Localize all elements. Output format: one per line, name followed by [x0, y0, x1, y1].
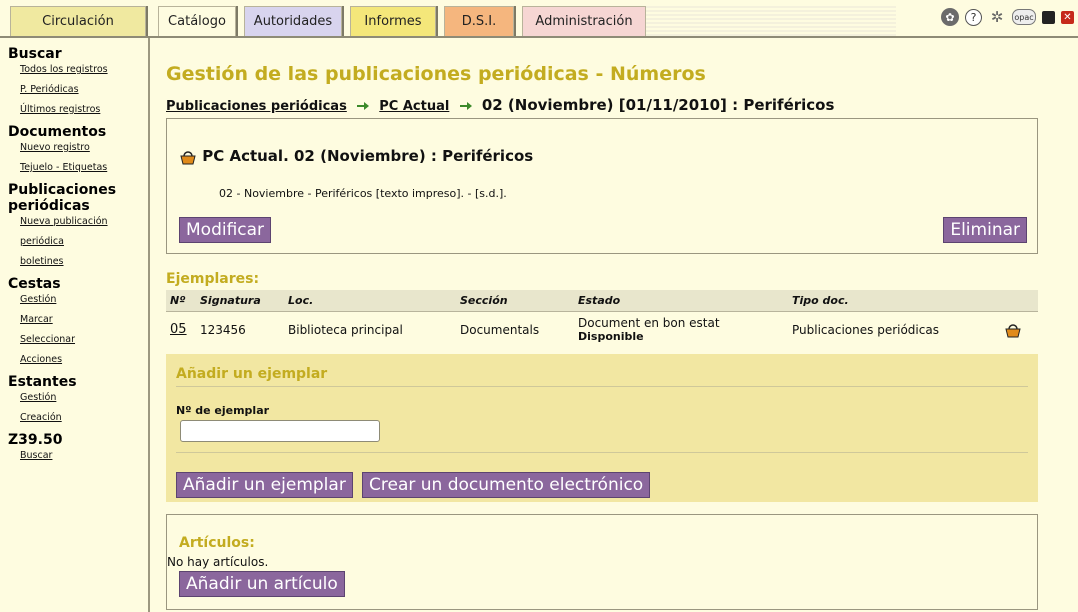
- add-copy-header: Añadir un ejemplar: [176, 366, 1028, 387]
- sidebar-section-documentos: Documentos: [8, 124, 107, 140]
- add-copy-section: Añadir un ejemplar Nº de ejemplar Añadir…: [166, 354, 1038, 502]
- basket-icon[interactable]: [179, 149, 197, 165]
- sidebar-content: Buscar Todos los registros P. Periódicas…: [0, 38, 148, 462]
- sidebar-link-boletines[interactable]: boletines: [20, 256, 148, 268]
- sidebar-section-cestas: Cestas: [8, 276, 61, 292]
- copy-number-label: Nº de ejemplar: [176, 404, 270, 417]
- column-header-tipo: Tipo doc.: [788, 290, 1000, 312]
- page-title: Gestión de las publicaciones periódicas …: [166, 63, 706, 85]
- sidebar-link-todos-registros[interactable]: Todos los registros: [20, 64, 148, 76]
- sidebar-section-estantes: Estantes: [8, 374, 77, 390]
- sidebar-link-creacion[interactable]: Creación: [20, 412, 148, 424]
- sidebar-link-nueva-publicacion[interactable]: Nueva publicación: [20, 216, 148, 228]
- ejemplares-title: Ejemplares:: [166, 271, 260, 287]
- add-article-button[interactable]: Añadir un artículo: [179, 571, 345, 597]
- toolbar-icons: ✿ ? ✲ opac ✕: [941, 8, 1074, 26]
- table-header-row: Nº Signatura Loc. Sección Estado Tipo do…: [166, 290, 1038, 312]
- sidebar-section-publicaciones: Publicaciones periódicas: [8, 182, 117, 214]
- divider: [176, 452, 1028, 453]
- settings-icon[interactable]: ✲: [988, 8, 1006, 26]
- sidebar-link-periodica[interactable]: periódica: [20, 236, 148, 248]
- sidebar-link-tejuelo[interactable]: Tejuelo - Etiquetas: [20, 162, 148, 174]
- issue-description: 02 - Noviembre - Periféricos [texto impr…: [219, 187, 507, 200]
- sidebar-link-estantes-gestion[interactable]: Gestión: [20, 392, 148, 404]
- cell-num[interactable]: 05: [166, 312, 196, 348]
- tab-bar-border: [0, 36, 1078, 38]
- tab-catalogo[interactable]: Catálogo: [158, 6, 236, 36]
- modify-button[interactable]: Modificar: [179, 217, 272, 243]
- column-header-loc: Loc.: [284, 290, 456, 312]
- tab-circulacion[interactable]: Circulación: [10, 6, 146, 36]
- estado-text: Document en bon estat: [578, 316, 720, 330]
- breadcrumb: Publicaciones periódicas PC Actual 02 (N…: [166, 96, 834, 114]
- breadcrumb-current: 02 (Noviembre) [01/11/2010] : Periférico…: [481, 96, 835, 114]
- tab-informes[interactable]: Informes: [350, 6, 436, 36]
- arrow-right-icon: [357, 101, 370, 110]
- cell-seccion: Documentals: [460, 322, 540, 337]
- delete-button[interactable]: Eliminar: [943, 217, 1027, 243]
- issue-heading-row: PC Actual. 02 (Noviembre) : Periféricos: [179, 147, 533, 165]
- basket-icon[interactable]: [1004, 322, 1022, 338]
- issue-panel: PC Actual. 02 (Noviembre) : Periféricos …: [166, 118, 1038, 254]
- divider: [176, 386, 1028, 387]
- breadcrumb-link-pc-actual[interactable]: PC Actual: [379, 99, 449, 114]
- cell-loc: Biblioteca principal: [288, 322, 403, 337]
- tab-autoridades[interactable]: Autoridades: [244, 6, 342, 36]
- add-copy-title: Añadir un ejemplar: [176, 366, 328, 382]
- close-icon[interactable]: ✕: [1061, 10, 1074, 24]
- sidebar-link-cestas-gestion[interactable]: Gestión: [20, 294, 148, 306]
- column-header-seccion: Sección: [456, 290, 574, 312]
- opac-icon[interactable]: opac: [1012, 9, 1036, 25]
- sidebar-link-acciones[interactable]: Acciones: [20, 354, 148, 366]
- help-icon[interactable]: ?: [965, 8, 982, 26]
- ejemplares-table: Nº Signatura Loc. Sección Estado Tipo do…: [166, 290, 1038, 347]
- sidebar-link-p-periodicas[interactable]: P. Periódicas: [20, 84, 148, 96]
- sidebar-link-ultimos-registros[interactable]: Últimos registros: [20, 104, 148, 116]
- sidebar: Buscar Todos los registros P. Periódicas…: [0, 38, 150, 612]
- save-icon[interactable]: [1042, 10, 1055, 24]
- breadcrumb-link-publicaciones[interactable]: Publicaciones periódicas: [166, 99, 347, 114]
- articles-panel: Artículos: No hay artículos. Añadir un a…: [166, 514, 1038, 610]
- palette-icon[interactable]: ✿: [941, 8, 959, 26]
- add-copy-button[interactable]: Añadir un ejemplar: [176, 472, 353, 498]
- sidebar-section-z3950: Z39.50: [8, 432, 63, 448]
- create-electronic-document-button[interactable]: Crear un documento electrónico: [362, 472, 651, 498]
- sidebar-link-seleccionar[interactable]: Seleccionar: [20, 334, 148, 346]
- arrow-right-icon: [459, 101, 472, 110]
- tab-dsi[interactable]: D.S.I.: [444, 6, 514, 36]
- sidebar-link-marcar[interactable]: Marcar: [20, 314, 148, 326]
- copy-number-link[interactable]: 05: [170, 322, 187, 337]
- copy-number-input[interactable]: [180, 420, 380, 442]
- cell-signatura: 123456: [200, 322, 246, 337]
- column-header-estado: Estado: [574, 290, 788, 312]
- column-header-num: Nº: [166, 290, 196, 312]
- top-navigation: Circulación Catálogo Autoridades Informe…: [0, 0, 1078, 38]
- column-header-actions: [1000, 290, 1038, 312]
- issue-heading: PC Actual. 02 (Noviembre) : Periféricos: [202, 147, 534, 165]
- cell-tipo: Publicaciones periódicas: [792, 322, 939, 337]
- table-row: 05 123456 Biblioteca principal Documenta…: [166, 312, 1038, 348]
- column-header-signatura: Signatura: [196, 290, 284, 312]
- cell-estado: Document en bon estat Disponible: [574, 312, 788, 348]
- cell-actions: [1000, 312, 1038, 348]
- estado-disponible: Disponible: [578, 330, 644, 343]
- sidebar-link-z3950-buscar[interactable]: Buscar: [20, 450, 148, 462]
- articles-title: Artículos:: [179, 535, 255, 551]
- no-articles-text: No hay artículos.: [167, 555, 269, 569]
- sidebar-section-buscar: Buscar: [8, 46, 62, 62]
- tab-administracion[interactable]: Administración: [522, 6, 646, 36]
- tab-bar-decoration: [646, 6, 896, 36]
- sidebar-link-nuevo-registro[interactable]: Nuevo registro: [20, 142, 148, 154]
